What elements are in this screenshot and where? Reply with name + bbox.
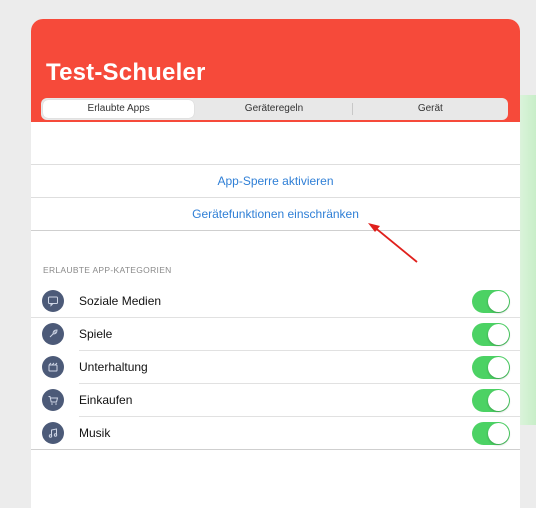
toggle-knob (488, 357, 509, 378)
annotation-arrow-icon (368, 223, 418, 263)
list-item: Spiele (31, 318, 520, 351)
film-icon (42, 356, 64, 378)
toggle-music[interactable] (472, 422, 510, 445)
toggle-games[interactable] (472, 323, 510, 346)
student-card: Test-Schueler Erlaubte Apps Geräteregeln… (31, 19, 520, 508)
segment-divider (351, 103, 353, 115)
list-item: Einkaufen (31, 384, 520, 417)
divider (31, 449, 520, 450)
list-item: Soziale Medien (31, 285, 520, 318)
chat-icon (42, 290, 64, 312)
list-item: Unterhaltung (31, 351, 520, 384)
app-lock-button[interactable]: App-Sperre aktivieren (31, 164, 520, 197)
toggle-entertainment[interactable] (472, 356, 510, 379)
toggle-shopping[interactable] (472, 389, 510, 412)
restrict-device-features-button[interactable]: Gerätefunktionen einschränken (31, 197, 520, 231)
segmented-control: Erlaubte Apps Geräteregeln Gerät (41, 98, 508, 120)
list-item: Musik (31, 417, 520, 450)
category-label: Unterhaltung (79, 360, 148, 374)
music-icon (42, 422, 64, 444)
category-label: Soziale Medien (79, 294, 162, 308)
section-label-categories: ERLAUBTE APP-KATEGORIEN (43, 265, 172, 275)
toggle-social-media[interactable] (472, 290, 510, 313)
header: Test-Schueler Erlaubte Apps Geräteregeln… (31, 19, 520, 122)
category-label: Spiele (79, 327, 113, 341)
tab-device[interactable]: Gerät (355, 100, 506, 118)
cart-icon (42, 389, 64, 411)
toggle-knob (488, 291, 509, 312)
toggle-knob (488, 423, 509, 444)
tab-allowed-apps[interactable]: Erlaubte Apps (43, 100, 195, 118)
category-label: Einkaufen (79, 393, 133, 407)
category-label: Musik (79, 426, 111, 440)
actions-group: App-Sperre aktivieren Gerätefunktionen e… (31, 164, 520, 231)
toggle-knob (488, 390, 509, 411)
toggle-knob (488, 324, 509, 345)
page-title: Test-Schueler (46, 59, 206, 86)
category-list: Soziale Medien Spiele Unterhaltung Einka… (31, 285, 520, 450)
rocket-icon (42, 323, 64, 345)
tab-device-rules[interactable]: Geräteregeln (198, 100, 349, 118)
